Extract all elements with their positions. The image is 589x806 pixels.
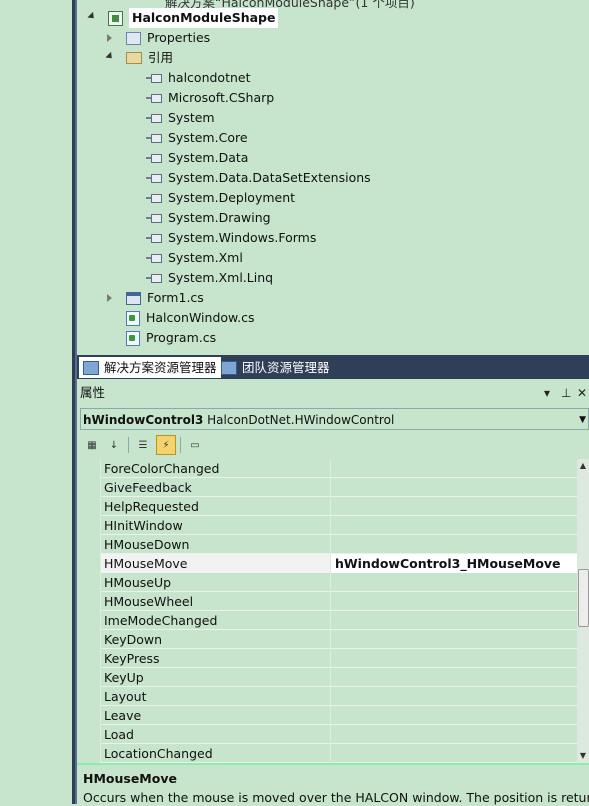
reference-icon bbox=[146, 113, 162, 123]
scroll-up-icon[interactable]: ▲ bbox=[577, 459, 589, 473]
vertical-scrollbar[interactable]: ▲ ▼ bbox=[577, 459, 589, 763]
property-pages-icon[interactable]: ▭ bbox=[185, 435, 205, 455]
collapse-arrow-icon[interactable] bbox=[105, 51, 115, 62]
event-row[interactable]: LocationChanged bbox=[80, 744, 577, 763]
toolbar-separator bbox=[128, 437, 129, 453]
event-row[interactable]: Load bbox=[80, 725, 577, 744]
reference-icon bbox=[146, 233, 162, 243]
categorized-icon[interactable]: ▦ bbox=[82, 435, 102, 455]
csharp-file-icon bbox=[126, 310, 140, 326]
event-row[interactable]: HMouseUp bbox=[80, 573, 577, 592]
csharp-file-icon bbox=[126, 330, 140, 346]
reference-node[interactable]: System.Data bbox=[146, 148, 248, 168]
reference-node[interactable]: System.Drawing bbox=[146, 208, 271, 228]
reference-icon bbox=[146, 213, 162, 223]
event-row[interactable]: KeyPress bbox=[80, 649, 577, 668]
expand-arrow-icon[interactable] bbox=[107, 294, 112, 302]
panel-title: 属性 bbox=[80, 385, 106, 400]
event-row[interactable]: KeyUp bbox=[80, 668, 577, 687]
description-title: HMouseMove bbox=[83, 771, 177, 786]
event-row[interactable]: HMouseDown bbox=[80, 535, 577, 554]
alphabetical-icon[interactable]: ↓ bbox=[104, 435, 124, 455]
scroll-thumb[interactable] bbox=[578, 569, 589, 627]
reference-node[interactable]: System.Data.DataSetExtensions bbox=[146, 168, 371, 188]
description-pane: HMouseMove Occurs when the mouse is move… bbox=[77, 763, 589, 806]
object-type: HalconDotNet.HWindowControl bbox=[207, 413, 395, 427]
event-handler-value[interactable]: hWindowControl3_HMouseMove bbox=[330, 554, 577, 573]
team-explorer-icon bbox=[221, 360, 237, 375]
object-name: hWindowControl3 bbox=[83, 413, 204, 427]
reference-node[interactable]: halcondotnet bbox=[146, 68, 251, 88]
folder-icon bbox=[126, 52, 142, 64]
csharp-project-icon bbox=[108, 10, 123, 26]
event-row[interactable]: ImeModeChanged bbox=[80, 611, 577, 630]
solution-explorer-icon bbox=[83, 360, 99, 375]
reference-node[interactable]: System.Windows.Forms bbox=[146, 228, 316, 248]
events-grid: ForeColorChanged GiveFeedback HelpReques… bbox=[80, 459, 577, 763]
reference-icon bbox=[146, 133, 162, 143]
reference-icon bbox=[146, 73, 162, 83]
expand-arrow-icon[interactable] bbox=[107, 34, 112, 42]
reference-icon bbox=[146, 253, 162, 263]
solution-explorer-tree: 解决方案“HalconModuleShape”(1 个项目) HalconMod… bbox=[77, 0, 589, 355]
left-margin bbox=[0, 0, 72, 804]
toolbar-separator bbox=[180, 437, 181, 453]
close-icon[interactable]: ✕ bbox=[577, 382, 587, 404]
properties-view-icon[interactable]: ☰ bbox=[133, 435, 153, 455]
references-folder-node[interactable]: 引用 bbox=[126, 48, 173, 68]
description-text: Occurs when the mouse is moved over the … bbox=[83, 790, 589, 805]
reference-node[interactable]: System.Xml bbox=[146, 248, 243, 268]
reference-node[interactable]: System.Deployment bbox=[146, 188, 295, 208]
reference-icon bbox=[146, 153, 162, 163]
event-row[interactable]: KeyDown bbox=[80, 630, 577, 649]
reference-icon bbox=[146, 93, 162, 103]
reference-icon bbox=[146, 273, 162, 283]
explorer-tab-bar: 解决方案资源管理器 团队资源管理器 bbox=[77, 355, 589, 379]
tab-team-explorer[interactable]: 团队资源管理器 bbox=[217, 357, 334, 378]
properties-node[interactable]: Properties bbox=[126, 28, 210, 48]
tab-solution-explorer[interactable]: 解决方案资源管理器 bbox=[79, 357, 221, 378]
reference-node[interactable]: Microsoft.CSharp bbox=[146, 88, 274, 108]
event-row[interactable]: Layout bbox=[80, 687, 577, 706]
event-row[interactable]: ForeColorChanged bbox=[80, 459, 577, 478]
event-row[interactable]: HInitWindow bbox=[80, 516, 577, 535]
reference-icon bbox=[146, 173, 162, 183]
reference-node[interactable]: System.Core bbox=[146, 128, 248, 148]
properties-title-bar: 属性 ▾ ⊥ ✕ bbox=[77, 382, 589, 404]
file-node-form1[interactable]: Form1.cs bbox=[126, 288, 204, 308]
event-row[interactable]: HelpRequested bbox=[80, 497, 577, 516]
dropdown-arrow-icon[interactable]: ▾ bbox=[544, 382, 550, 404]
object-selector[interactable]: hWindowControl3 HalconDotNet.HWindowCont… bbox=[80, 408, 589, 430]
form-icon bbox=[126, 291, 141, 305]
event-row-selected[interactable]: HMouseMove hWindowControl3_HMouseMove bbox=[80, 554, 577, 573]
reference-icon bbox=[146, 193, 162, 203]
properties-icon bbox=[126, 31, 141, 45]
event-row[interactable]: HMouseWheel bbox=[80, 592, 577, 611]
reference-node[interactable]: System.Xml.Linq bbox=[146, 268, 273, 288]
events-lightning-icon[interactable]: ⚡ bbox=[156, 435, 176, 455]
reference-node[interactable]: System bbox=[146, 108, 215, 128]
chevron-down-icon[interactable]: ▼ bbox=[579, 409, 586, 431]
collapse-arrow-icon[interactable] bbox=[87, 11, 97, 22]
pin-icon[interactable]: ⊥ bbox=[561, 382, 571, 404]
file-node-halconwindow[interactable]: HalconWindow.cs bbox=[126, 308, 254, 328]
file-node-program[interactable]: Program.cs bbox=[126, 328, 216, 348]
scroll-down-icon[interactable]: ▼ bbox=[577, 749, 589, 763]
properties-toolbar: ▦ ↓ ☰ ⚡ ▭ bbox=[80, 432, 589, 458]
event-row[interactable]: Leave bbox=[80, 706, 577, 725]
project-node[interactable]: HalconModuleShape bbox=[108, 8, 279, 28]
event-row[interactable]: GiveFeedback bbox=[80, 478, 577, 497]
